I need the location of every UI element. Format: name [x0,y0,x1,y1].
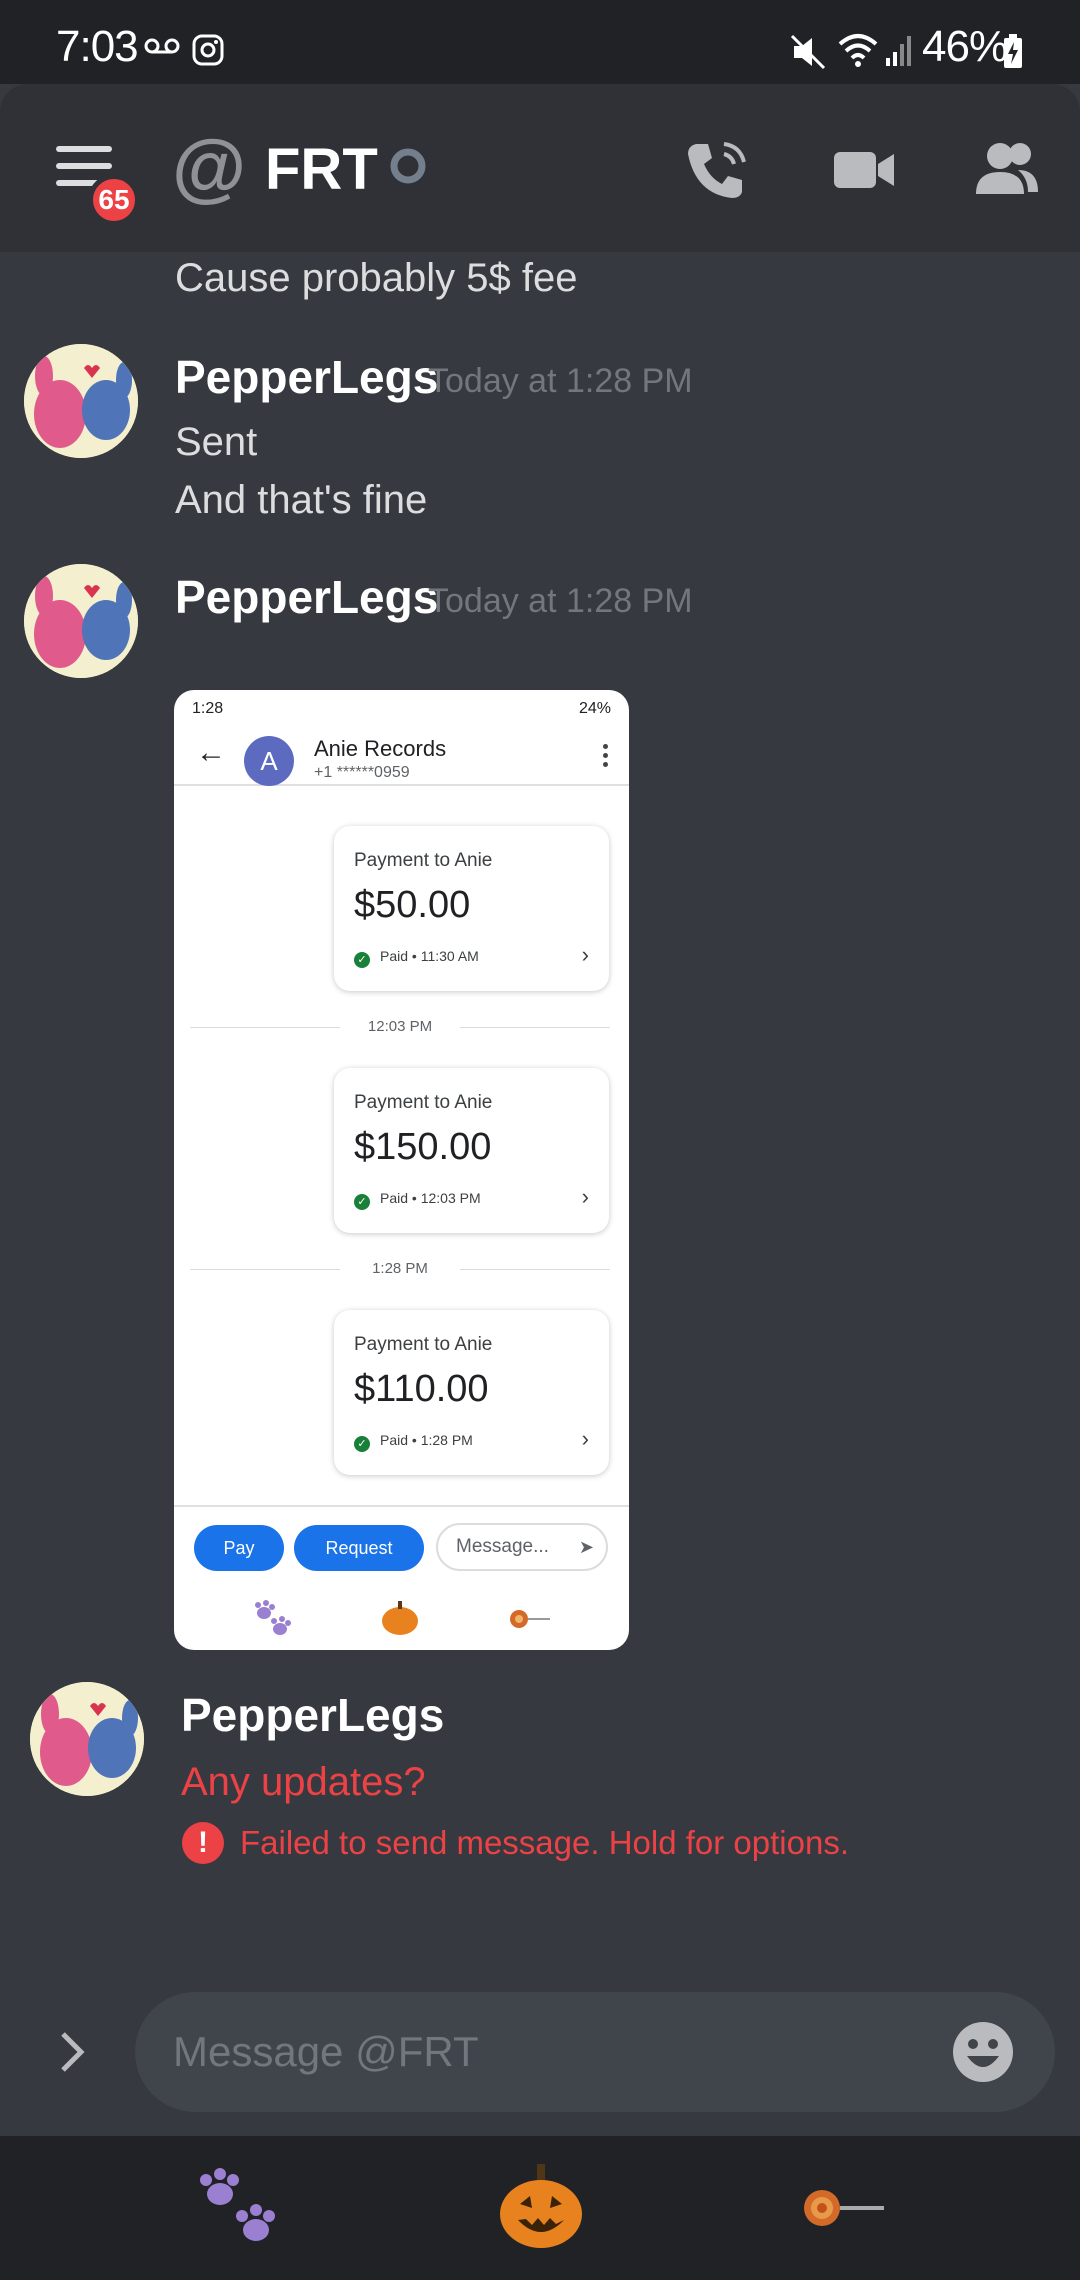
payment-card: Payment to Anie $110.00 ✓ Paid • 1:28 PM … [334,1310,609,1475]
chevron-right-icon: › [581,1426,589,1451]
channel-title[interactable]: FRT [265,136,378,203]
payment-amount: $110.00 [354,1368,489,1410]
message-text: Cause probably 5$ fee [175,256,578,300]
attachment-message-input: Message... ➤ [436,1523,608,1571]
chevron-right-icon: › [581,1184,589,1209]
status-offline-icon [390,148,426,184]
chevron-right-icon: › [581,942,589,967]
message-text: Sent [175,420,258,464]
time-separator: 12:03 PM [190,1018,610,1038]
image-attachment[interactable]: 1:28 24% ← A Anie Records +1 ******0959 … [174,690,629,1650]
message-author[interactable]: PepperLegs [181,1688,444,1742]
message-timestamp: Today at 1:28 PM [428,362,693,400]
attachment-status-time: 1:28 [192,700,224,717]
message-author[interactable]: PepperLegs [175,350,438,404]
pay-button: Pay [194,1525,284,1571]
paw-prints-icon [255,1600,291,1635]
instagram-icon [192,34,224,66]
failed-message-text[interactable]: Any updates? [181,1760,426,1805]
send-icon: ➤ [578,1537,594,1557]
lollipop-icon [510,1610,550,1628]
channel-header: 65 @ FRT [0,84,1080,252]
unread-badge: 65 [88,174,140,226]
check-icon: ✓ [354,1194,370,1210]
payment-status-text: Paid • 12:03 PM [380,1190,481,1206]
message-text: And that's fine [175,478,428,522]
emoji-icon[interactable] [951,2020,1015,2084]
status-time: 7:03 [56,22,139,71]
payment-status: ✓ Paid • 12:03 PM [354,1190,481,1210]
back-arrow-icon: ← [196,736,226,769]
video-call-icon[interactable] [832,148,896,192]
attachment-status-bar: 1:28 24% [174,690,629,726]
battery-percent: 46% [922,22,1008,71]
expand-chevron-icon[interactable] [55,2028,91,2076]
payment-amount: $50.00 [354,884,471,926]
payment-amount: $150.00 [354,1126,492,1168]
status-bar: 7:03 46% [0,0,1080,84]
attachment-action-bar: Pay Request Message... ➤ [174,1505,629,1650]
voicemail-icon [144,38,180,54]
wifi-icon [838,34,878,67]
payment-card: Payment to Anie $150.00 ✓ Paid • 12:03 PM… [334,1068,609,1233]
check-icon: ✓ [354,952,370,968]
pumpkin-icon [382,1601,418,1635]
error-icon: ! [182,1822,224,1864]
avatar[interactable] [24,344,138,458]
payment-status-text: Paid • 11:30 AM [380,948,479,964]
attachment-contact-bar: ← A Anie Records +1 ******0959 [174,726,629,786]
contact-avatar: A [244,736,294,786]
more-options-icon [603,744,609,771]
voice-call-icon[interactable] [686,138,750,200]
attachment-message-placeholder: Message... [456,1536,549,1557]
navigation-bar [0,2136,1080,2280]
message-timestamp: Today at 1:28 PM [428,582,693,620]
payment-status: ✓ Paid • 1:28 PM [354,1432,473,1452]
payment-card: Payment to Anie $50.00 ✓ Paid • 11:30 AM … [334,826,609,991]
lollipop-icon[interactable] [802,2186,886,2230]
mute-icon [790,34,826,70]
check-icon: ✓ [354,1436,370,1452]
members-icon[interactable] [974,140,1040,196]
time-separator: 1:28 PM [190,1260,610,1280]
payment-title: Payment to Anie [354,1334,493,1355]
payment-status: ✓ Paid • 11:30 AM [354,948,479,968]
request-button: Request [294,1525,424,1571]
avatar[interactable] [24,564,138,678]
stitch-angel-avatar-image [30,1682,144,1796]
attachment-battery: 24% [578,700,611,717]
battery-charging-icon [1004,34,1022,68]
contact-name: Anie Records [314,736,447,761]
jack-o-lantern-icon[interactable] [498,2162,584,2250]
avatar[interactable] [30,1682,144,1796]
payment-status-text: Paid • 1:28 PM [380,1432,473,1448]
failed-send-notice[interactable]: Failed to send message. Hold for options… [240,1824,849,1862]
signal-icon [886,36,911,66]
payment-title: Payment to Anie [354,850,493,871]
message-input-placeholder: Message @FRT [173,2028,479,2075]
paw-prints-icon[interactable] [196,2168,282,2248]
dm-at-icon: @ [172,125,247,210]
contact-number: +1 ******0959 [314,764,410,781]
stitch-angel-avatar-image [24,564,138,678]
message-author[interactable]: PepperLegs [175,570,438,624]
stitch-angel-avatar-image [24,344,138,458]
payment-title: Payment to Anie [354,1092,493,1113]
message-input[interactable]: Message @FRT [135,1992,1055,2112]
